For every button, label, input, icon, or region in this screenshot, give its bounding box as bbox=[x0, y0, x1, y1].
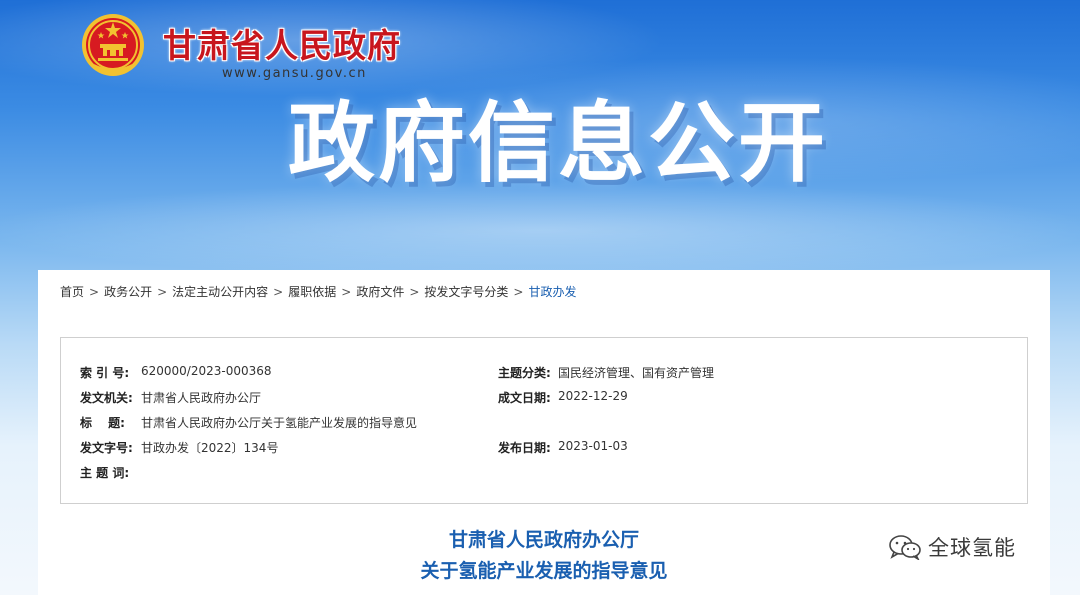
breadcrumb-separator: > bbox=[157, 285, 168, 299]
title-value: 甘肃省人民政府办公厅关于氢能产业发展的指导意见 bbox=[141, 416, 418, 430]
breadcrumb-item-gov-affairs[interactable]: 政务公开 bbox=[104, 285, 152, 299]
issuer-value: 甘肃省人民政府办公厅 bbox=[141, 391, 262, 405]
breadcrumb-item-by-docno[interactable]: 按发文字号分类 bbox=[424, 285, 508, 299]
created-date-value: 2022-12-29 bbox=[558, 389, 628, 403]
breadcrumb-separator: > bbox=[341, 285, 352, 299]
site-title[interactable]: 甘肃省人民政府 bbox=[163, 19, 401, 67]
breadcrumb-item-basis[interactable]: 履职依据 bbox=[288, 285, 336, 299]
topic-label: 主题分类: bbox=[498, 366, 551, 380]
breadcrumb: 首页 > 政务公开 > 法定主动公开内容 > 履职依据 > 政府文件 > 按发文字号分类 > 甘政办发 bbox=[60, 283, 576, 300]
topic-value: 国民经济管理、国有资产管理 bbox=[558, 366, 715, 380]
keywords-label: 主 题 词: bbox=[80, 466, 130, 480]
title-label: 标 题: bbox=[80, 416, 125, 430]
document-metadata-box: 索 引 号: 620000/2023-000368 主题分类: 国民经济管理、国… bbox=[60, 337, 1028, 504]
wechat-watermark: 全球氢能 bbox=[888, 532, 1016, 562]
wechat-icon bbox=[889, 535, 921, 560]
site-url[interactable]: www.gansu.gov.cn bbox=[222, 66, 367, 81]
breadcrumb-separator: > bbox=[409, 285, 420, 299]
breadcrumb-separator: > bbox=[273, 285, 284, 299]
doc-number-value: 甘政办发〔2022〕134号 bbox=[141, 441, 279, 455]
published-date-label: 发布日期: bbox=[498, 441, 551, 455]
doc-number-label: 发文字号: bbox=[80, 441, 133, 455]
published-date-value: 2023-01-03 bbox=[558, 439, 628, 453]
breadcrumb-separator: > bbox=[513, 285, 524, 299]
breadcrumb-item-home[interactable]: 首页 bbox=[60, 285, 84, 299]
breadcrumb-separator: > bbox=[89, 285, 100, 299]
banner-title: 政府信息公开 bbox=[288, 92, 828, 194]
breadcrumb-item-current[interactable]: 甘政办发 bbox=[528, 285, 576, 299]
breadcrumb-item-statutory[interactable]: 法定主动公开内容 bbox=[172, 285, 268, 299]
issuer-label: 发文机关: bbox=[80, 391, 133, 405]
index-number-label: 索 引 号: bbox=[80, 366, 130, 380]
national-emblem-icon bbox=[82, 14, 144, 76]
watermark-text: 全球氢能 bbox=[928, 536, 1016, 560]
index-number-value: 620000/2023-000368 bbox=[141, 364, 272, 378]
created-date-label: 成文日期: bbox=[498, 391, 551, 405]
breadcrumb-item-gov-files[interactable]: 政府文件 bbox=[356, 285, 404, 299]
